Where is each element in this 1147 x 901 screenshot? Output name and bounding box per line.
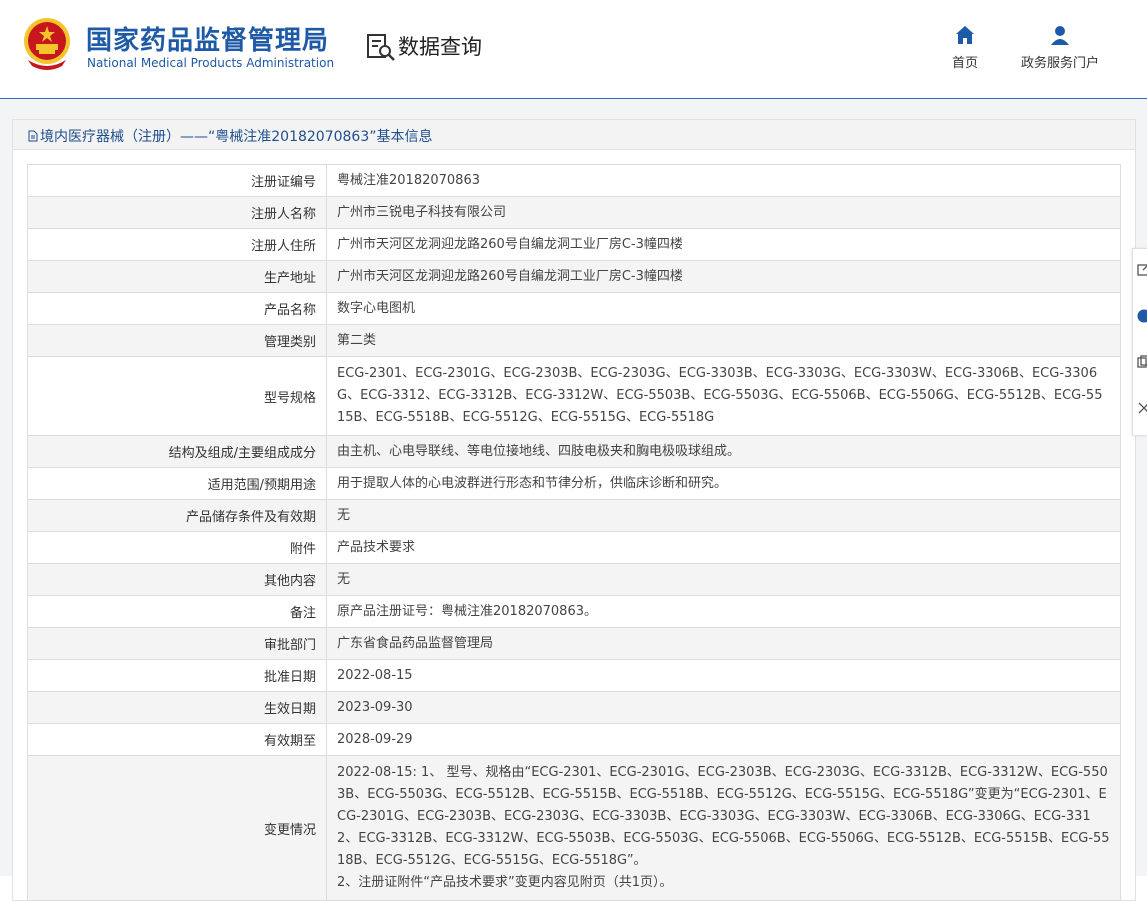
table-row: 注册证编号粤械注准20182070863 — [28, 165, 1121, 197]
row-value: 粤械注准20182070863 — [327, 165, 1121, 197]
row-value: 广州市天河区龙洞迎龙路260号自编龙洞工业厂房C-3幢四楼 — [327, 261, 1121, 293]
table-row: 有效期至2028-09-29 — [28, 724, 1121, 756]
row-value: 数字心电图机 — [327, 293, 1121, 325]
national-emblem-icon — [22, 16, 72, 70]
row-label: 型号规格 — [28, 357, 327, 436]
change-log-line: 2、注册证附件“产品技术要求”变更内容见附页（共1页）。 — [337, 872, 1110, 894]
row-label: 注册人名称 — [28, 197, 327, 229]
row-label: 其他内容 — [28, 564, 327, 596]
content-area: 境内医疗器械（注册）——“粤械注准20182070863”基本信息 注册证编号粤… — [0, 99, 1147, 876]
panel-title: 境内医疗器械（注册）——“粤械注准20182070863”基本信息 — [28, 126, 432, 146]
row-label: 批准日期 — [28, 660, 327, 692]
registration-info-table: 注册证编号粤械注准20182070863 注册人名称广州市三锐电子科技有限公司 … — [27, 164, 1121, 901]
row-value: ECG-2301、ECG-2301G、ECG-2303B、ECG-2303G、E… — [327, 357, 1121, 436]
row-value: 广州市三锐电子科技有限公司 — [327, 197, 1121, 229]
row-value: 第二类 — [327, 325, 1121, 357]
table-row: 备注原产品注册证号：粤械注准20182070863。 — [28, 596, 1121, 628]
table-row: 结构及组成/主要组成成分由主机、心电导联线、等电位接地线、四肢电极夹和胸电极吸球… — [28, 436, 1121, 468]
table-row: 产品名称数字心电图机 — [28, 293, 1121, 325]
table-row: 型号规格ECG-2301、ECG-2301G、ECG-2303B、ECG-230… — [28, 357, 1121, 436]
row-label: 管理类别 — [28, 325, 327, 357]
row-label: 有效期至 — [28, 724, 327, 756]
change-log-line: 2022-08-15: 1、 型号、规格由“ECG-2301、ECG-2301G… — [337, 762, 1110, 872]
table-row: 注册人住所广州市天河区龙洞迎龙路260号自编龙洞工业厂房C-3幢四楼 — [28, 229, 1121, 261]
row-value: 2023-09-30 — [327, 692, 1121, 724]
copy-icon[interactable] — [1137, 355, 1147, 369]
home-icon — [954, 24, 976, 46]
row-value: 产品技术要求 — [327, 532, 1121, 564]
user-icon — [1049, 24, 1071, 46]
table-row: 注册人名称广州市三锐电子科技有限公司 — [28, 197, 1121, 229]
row-value: 2022-08-15 — [327, 660, 1121, 692]
row-label: 注册证编号 — [28, 165, 327, 197]
panel-title-text: 境内医疗器械（注册）——“粤械注准20182070863”基本信息 — [40, 129, 432, 145]
table-row: 适用范围/预期用途用于提取人体的心电波群进行形态和节律分析，供临床诊断和研究。 — [28, 468, 1121, 500]
nav-home-label: 首页 — [952, 56, 978, 71]
row-value: 由主机、心电导联线、等电位接地线、四肢电极夹和胸电极吸球组成。 — [327, 436, 1121, 468]
row-label: 结构及组成/主要组成成分 — [28, 436, 327, 468]
row-label: 附件 — [28, 532, 327, 564]
table-row: 其他内容无 — [28, 564, 1121, 596]
row-value: 2022-08-15: 1、 型号、规格由“ECG-2301、ECG-2301G… — [327, 756, 1121, 901]
row-value: 原产品注册证号：粤械注准20182070863。 — [327, 596, 1121, 628]
row-label: 注册人住所 — [28, 229, 327, 261]
table-row: 批准日期2022-08-15 — [28, 660, 1121, 692]
data-query-icon — [366, 33, 396, 61]
org-name-en: National Medical Products Administration — [87, 56, 334, 70]
table-row: 附件产品技术要求 — [28, 532, 1121, 564]
table-row: 管理类别第二类 — [28, 325, 1121, 357]
row-value: 广东省食品药品监督管理局 — [327, 628, 1121, 660]
row-label: 备注 — [28, 596, 327, 628]
row-label: 适用范围/预期用途 — [28, 468, 327, 500]
section-title: 数据查询 — [398, 31, 482, 61]
table-row: 审批部门广东省食品药品监督管理局 — [28, 628, 1121, 660]
table-row: 生效日期2023-09-30 — [28, 692, 1121, 724]
document-icon — [28, 130, 38, 142]
nav-portal-label: 政务服务门户 — [1021, 56, 1099, 71]
row-value: 无 — [327, 500, 1121, 532]
row-label: 产品储存条件及有效期 — [28, 500, 327, 532]
close-icon[interactable] — [1137, 401, 1147, 415]
row-value: 广州市天河区龙洞迎龙路260号自编龙洞工业厂房C-3幢四楼 — [327, 229, 1121, 261]
row-value: 无 — [327, 564, 1121, 596]
row-label: 生产地址 — [28, 261, 327, 293]
info-panel: 境内医疗器械（注册）——“粤械注准20182070863”基本信息 注册证编号粤… — [12, 119, 1136, 901]
row-value: 2028-09-29 — [327, 724, 1121, 756]
site-header: 国家药品监督管理局 National Medical Products Admi… — [0, 0, 1147, 99]
share-icon[interactable] — [1137, 263, 1147, 277]
help-icon[interactable] — [1137, 309, 1147, 323]
org-name-cn: 国家药品监督管理局 — [86, 20, 329, 57]
nav-home-button[interactable]: 首页 — [946, 24, 984, 71]
side-toolbar — [1132, 248, 1147, 436]
row-label: 生效日期 — [28, 692, 327, 724]
table-row: 变更情况2022-08-15: 1、 型号、规格由“ECG-2301、ECG-2… — [28, 756, 1121, 901]
row-label: 变更情况 — [28, 756, 327, 901]
table-row: 产品储存条件及有效期无 — [28, 500, 1121, 532]
row-label: 审批部门 — [28, 628, 327, 660]
panel-header: 境内医疗器械（注册）——“粤械注准20182070863”基本信息 — [13, 120, 1135, 150]
nav-portal-button[interactable]: 政务服务门户 — [1014, 24, 1106, 71]
row-value: 用于提取人体的心电波群进行形态和节律分析，供临床诊断和研究。 — [327, 468, 1121, 500]
row-label: 产品名称 — [28, 293, 327, 325]
table-row: 生产地址广州市天河区龙洞迎龙路260号自编龙洞工业厂房C-3幢四楼 — [28, 261, 1121, 293]
